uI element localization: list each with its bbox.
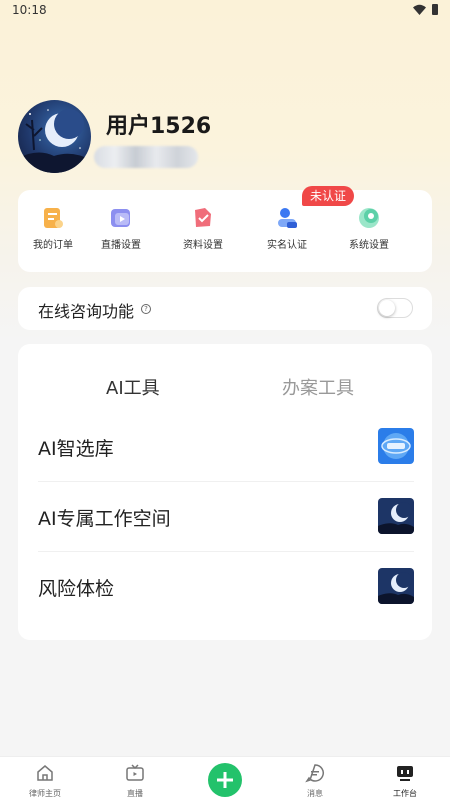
tool-item-label: AI专属工作空间 xyxy=(38,508,171,530)
status-time: 10:18 xyxy=(12,3,47,17)
tv-icon xyxy=(126,764,144,781)
tool-item-label: AI智选库 xyxy=(38,438,114,460)
quick-actions-card: 未认证 我的订单 直播设置 资料设置 实名认证 系统设置 xyxy=(18,186,432,272)
ai-library-thumbnail xyxy=(378,428,414,464)
quick-action-system-settings[interactable]: 系统设置 xyxy=(334,206,404,251)
tool-item-ai-library[interactable]: AI智选库 xyxy=(38,412,414,482)
id-verify-icon xyxy=(274,206,300,230)
order-icon xyxy=(40,206,66,230)
online-consult-card: 在线咨询功能 ? xyxy=(18,287,432,330)
toggle-knob xyxy=(379,300,395,316)
tab-ai-tools[interactable]: AI工具 xyxy=(106,374,160,400)
quick-action-live-settings[interactable]: 直播设置 xyxy=(86,206,156,251)
battery-icon xyxy=(432,4,438,15)
profile-settings-icon xyxy=(190,206,216,230)
quick-action-label: 资料设置 xyxy=(183,240,223,251)
status-bar: 10:18 xyxy=(0,0,450,22)
quick-action-id-verify[interactable]: 实名认证 xyxy=(252,206,322,251)
system-settings-icon xyxy=(356,206,382,230)
quick-action-label: 系统设置 xyxy=(349,240,389,251)
tab-office-tools[interactable]: 办案工具 xyxy=(282,374,354,400)
nav-label: 消息 xyxy=(307,789,323,798)
quick-action-label: 我的订单 xyxy=(33,240,73,251)
risk-check-thumbnail xyxy=(378,568,414,604)
workbench-icon xyxy=(397,766,413,781)
quick-action-profile-settings[interactable]: 资料设置 xyxy=(168,206,238,251)
tool-item-ai-workspace[interactable]: AI专属工作空间 xyxy=(38,482,414,552)
quick-action-orders[interactable]: 我的订单 xyxy=(18,206,88,251)
nav-label: 直播 xyxy=(127,789,143,798)
unverified-badge: 未认证 xyxy=(302,186,355,206)
add-icon xyxy=(217,772,233,788)
avatar[interactable] xyxy=(18,100,91,173)
help-icon[interactable]: ? xyxy=(141,304,151,314)
nav-item-workbench[interactable]: 工作台 xyxy=(375,763,435,799)
nav-label: 工作台 xyxy=(393,789,417,798)
nav-item-messages[interactable]: 消息 xyxy=(285,763,345,799)
nav-item-home[interactable]: 律师主页 xyxy=(15,763,75,799)
nav-label: 律师主页 xyxy=(29,789,61,798)
bottom-nav: 律师主页 直播 消息 工作台 xyxy=(0,756,450,800)
ai-workspace-thumbnail xyxy=(378,498,414,534)
home-icon xyxy=(37,765,53,781)
quick-action-label: 实名认证 xyxy=(267,240,307,251)
message-icon xyxy=(305,764,324,783)
username: 用户1526 xyxy=(106,114,212,139)
wifi-icon xyxy=(413,4,426,15)
live-settings-icon xyxy=(108,206,134,230)
online-consult-label: 在线咨询功能 xyxy=(38,302,135,321)
tool-item-label: 风险体检 xyxy=(38,578,115,600)
quick-action-label: 直播设置 xyxy=(101,240,141,251)
tools-card: AI工具 办案工具 AI智选库 AI专属工作空间 风险体检 xyxy=(18,344,432,640)
blurred-user-info xyxy=(94,146,198,168)
profile-header: 用户1526 xyxy=(18,100,432,174)
online-consult-toggle[interactable] xyxy=(377,298,413,318)
add-button[interactable] xyxy=(208,763,242,797)
nav-item-live[interactable]: 直播 xyxy=(105,763,165,799)
tool-item-risk-check[interactable]: 风险体检 xyxy=(38,552,414,622)
